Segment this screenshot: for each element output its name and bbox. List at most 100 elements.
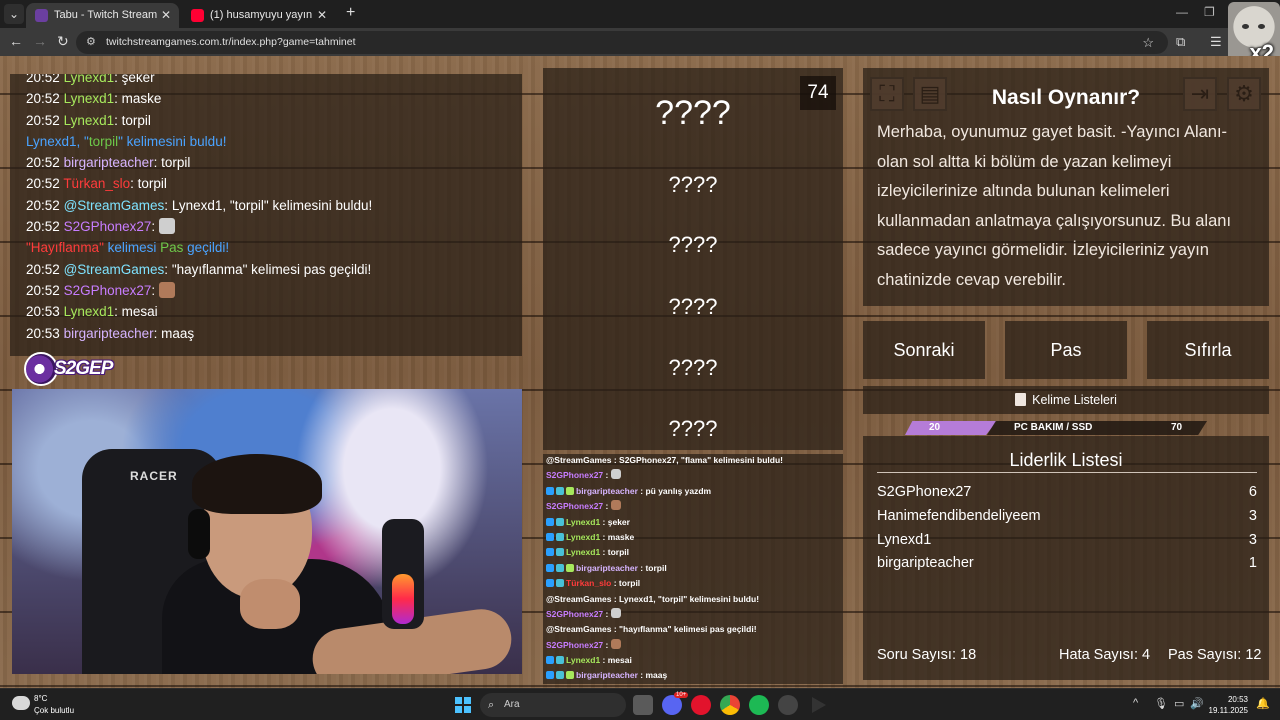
reload-icon[interactable]: ↻ bbox=[57, 33, 69, 50]
mini-chat-row: birgaripteacher : pü yanlış yazdm bbox=[546, 484, 843, 499]
microphone-light bbox=[392, 574, 414, 624]
chat-username[interactable]: Türkan_slo bbox=[63, 176, 130, 191]
next-button[interactable]: Sonraki bbox=[863, 321, 985, 379]
volume-icon[interactable]: 🔊 bbox=[1190, 697, 1204, 710]
microphone-icon[interactable]: 🎙 bbox=[1154, 697, 1168, 710]
mini-chat-username: S2GPhonex27 bbox=[546, 608, 604, 619]
mini-chat-username: @StreamGames bbox=[546, 624, 612, 635]
spotify-icon[interactable] bbox=[749, 695, 769, 715]
player-score: 6 bbox=[1248, 484, 1257, 500]
mini-chat-username: S2GPhonex27 bbox=[546, 639, 604, 650]
streamer-hand bbox=[240, 579, 300, 629]
mini-chat-username: Lynexd1 bbox=[566, 655, 601, 666]
chat-badge-icon bbox=[556, 486, 564, 495]
chat-username[interactable]: Lynexd1 bbox=[64, 304, 115, 319]
tab-search-button[interactable]: ⌄ bbox=[4, 4, 24, 24]
taboo-word: ???? bbox=[668, 355, 718, 380]
mini-chat-text: maaş bbox=[645, 670, 668, 681]
taskbar-search[interactable]: ⌕ Ara bbox=[480, 693, 626, 717]
chat-username[interactable]: Lynexd1 bbox=[64, 91, 115, 106]
how-to-play-description: Merhaba, oyunumuz gayet basit. -Yayıncı … bbox=[877, 123, 1232, 289]
address-bar[interactable]: ⚙ twitchstreamgames.com.tr/index.php?gam… bbox=[76, 31, 1168, 54]
chat-username[interactable]: @StreamGames bbox=[64, 262, 165, 277]
bookmark-star-icon[interactable]: ☆ bbox=[1142, 31, 1154, 54]
error-count: Hata Sayısı: 4 bbox=[1059, 647, 1151, 663]
pass-button[interactable]: Pas bbox=[1005, 321, 1127, 379]
discord-icon[interactable] bbox=[662, 695, 682, 715]
emote-icon bbox=[610, 638, 621, 649]
mini-chat-username: S2GPhonex27 bbox=[546, 470, 604, 481]
tab-tabu[interactable]: Tabu - Twitch Stream Games ✕ bbox=[26, 3, 179, 28]
chat-username[interactable]: Lynexd1 bbox=[64, 113, 115, 128]
url-text: twitchstreamgames.com.tr/index.php?game=… bbox=[106, 36, 356, 48]
weather-widget[interactable]: 8°C Çok bulutlu bbox=[12, 693, 92, 719]
divider bbox=[877, 472, 1257, 473]
mini-chat-text: "hayıflanma" kelimesi pas geçildi! bbox=[619, 624, 757, 635]
word-lists-button[interactable]: Kelime Listeleri bbox=[863, 386, 1269, 414]
chat-message: "Hayıflanma" kelimesi Pas geçildi! bbox=[26, 237, 522, 258]
leaderboard-row: Lynexd1 3 bbox=[877, 532, 1257, 556]
pass-count: Pas Sayısı: 12 bbox=[1168, 647, 1262, 663]
chat-message: 20:52 Lynexd1: torpil bbox=[26, 112, 151, 128]
player-name: birgaripteacher bbox=[877, 555, 974, 571]
taboo-word: ???? bbox=[668, 232, 718, 257]
chat-badge-icon bbox=[556, 563, 564, 572]
system-clock[interactable]: 20:53 19.11.2025 bbox=[1209, 694, 1248, 716]
mini-chat-username: Lynexd1 bbox=[566, 516, 601, 527]
chat-username[interactable]: S2GPhonex27 bbox=[64, 283, 152, 298]
tab-youtube[interactable]: (1) husamyuyu yayın vakti 9 - Yo ✕ bbox=[182, 3, 335, 28]
network-icon[interactable]: ▭ bbox=[1174, 697, 1184, 710]
chat-badge-icon bbox=[556, 656, 564, 665]
close-icon[interactable]: ✕ bbox=[317, 3, 327, 28]
mini-chat-text: maske bbox=[607, 531, 635, 542]
chat-message: 20:52 @StreamGames: "hayıflanma" kelimes… bbox=[26, 261, 372, 277]
taboo-word: ???? bbox=[668, 294, 718, 319]
player-name: Lynexd1 bbox=[877, 532, 932, 548]
notification-bell-icon[interactable]: 🔔 bbox=[1256, 697, 1270, 710]
chat-badge-icon bbox=[556, 671, 564, 680]
start-button[interactable] bbox=[455, 697, 471, 713]
tab-title: Tabu - Twitch Stream Games bbox=[54, 9, 159, 21]
headset bbox=[188, 509, 210, 559]
chat-badge-icon bbox=[546, 579, 554, 588]
mini-chat-row: Türkan_slo : torpil bbox=[546, 576, 843, 591]
task-view-icon[interactable] bbox=[633, 695, 653, 715]
opera-icon[interactable] bbox=[691, 695, 711, 715]
mini-chat-row: Lynexd1 : torpil bbox=[546, 545, 843, 560]
taskbar: 8°C Çok bulutlu ⌕ Ara 10+ ^ 🎙 ▭ 🔊 20:53 … bbox=[0, 688, 1280, 720]
chrome-icon[interactable] bbox=[720, 695, 740, 715]
category-left-value: 20 bbox=[929, 422, 941, 433]
chat-timestamp: 20:52 bbox=[26, 74, 60, 85]
maximize-icon[interactable]: ❐ bbox=[1204, 5, 1215, 19]
chat-username[interactable]: @StreamGames bbox=[64, 198, 165, 213]
mini-chat-overlay: @StreamGames : S2GPhonex27, "flama" keli… bbox=[543, 454, 843, 684]
chat-badge-icon bbox=[546, 671, 554, 680]
close-icon[interactable]: ✕ bbox=[161, 3, 171, 28]
back-icon[interactable]: ← bbox=[9, 33, 23, 49]
site-info-icon[interactable]: ⚙ bbox=[86, 31, 96, 54]
mini-chat-username: @StreamGames bbox=[546, 455, 612, 465]
chat-username[interactable]: Lynexd1 bbox=[64, 74, 115, 85]
reset-button[interactable]: Sıfırla bbox=[1147, 321, 1269, 379]
play-app-icon[interactable] bbox=[812, 697, 826, 713]
logo-text: S2GEP bbox=[54, 358, 113, 379]
extensions-icon[interactable]: ⧉ bbox=[1176, 34, 1185, 50]
chat-username[interactable]: birgaripteacher bbox=[64, 155, 154, 170]
minimize-icon[interactable]: — bbox=[1176, 5, 1188, 19]
mini-chat-text: S2GPhonex27, "flama" kelimesini buldu! bbox=[619, 455, 783, 465]
clock-date: 19.11.2025 bbox=[1208, 706, 1248, 715]
chat-username[interactable]: S2GPhonex27 bbox=[64, 219, 152, 234]
chat-message: 20:52 Türkan_slo: torpil bbox=[26, 176, 167, 192]
tray-chevron-icon[interactable]: ^ bbox=[1133, 697, 1138, 709]
chat-text: mesai bbox=[121, 304, 158, 320]
app-icon[interactable] bbox=[778, 695, 798, 715]
category-right-value: 70 bbox=[1171, 422, 1183, 433]
new-tab-icon[interactable]: + bbox=[346, 4, 355, 22]
chat-text: "hayıflanma" kelimesi pas geçildi! bbox=[171, 261, 372, 277]
leaderboard-row: S2GPhonex27 6 bbox=[877, 484, 1257, 508]
chat-timestamp: 20:52 bbox=[26, 176, 60, 192]
forward-icon[interactable]: → bbox=[33, 33, 47, 49]
chat-username[interactable]: birgaripteacher bbox=[64, 326, 154, 341]
menu-icon[interactable]: ☰ bbox=[1210, 34, 1222, 50]
category-progress-fill bbox=[905, 421, 997, 435]
